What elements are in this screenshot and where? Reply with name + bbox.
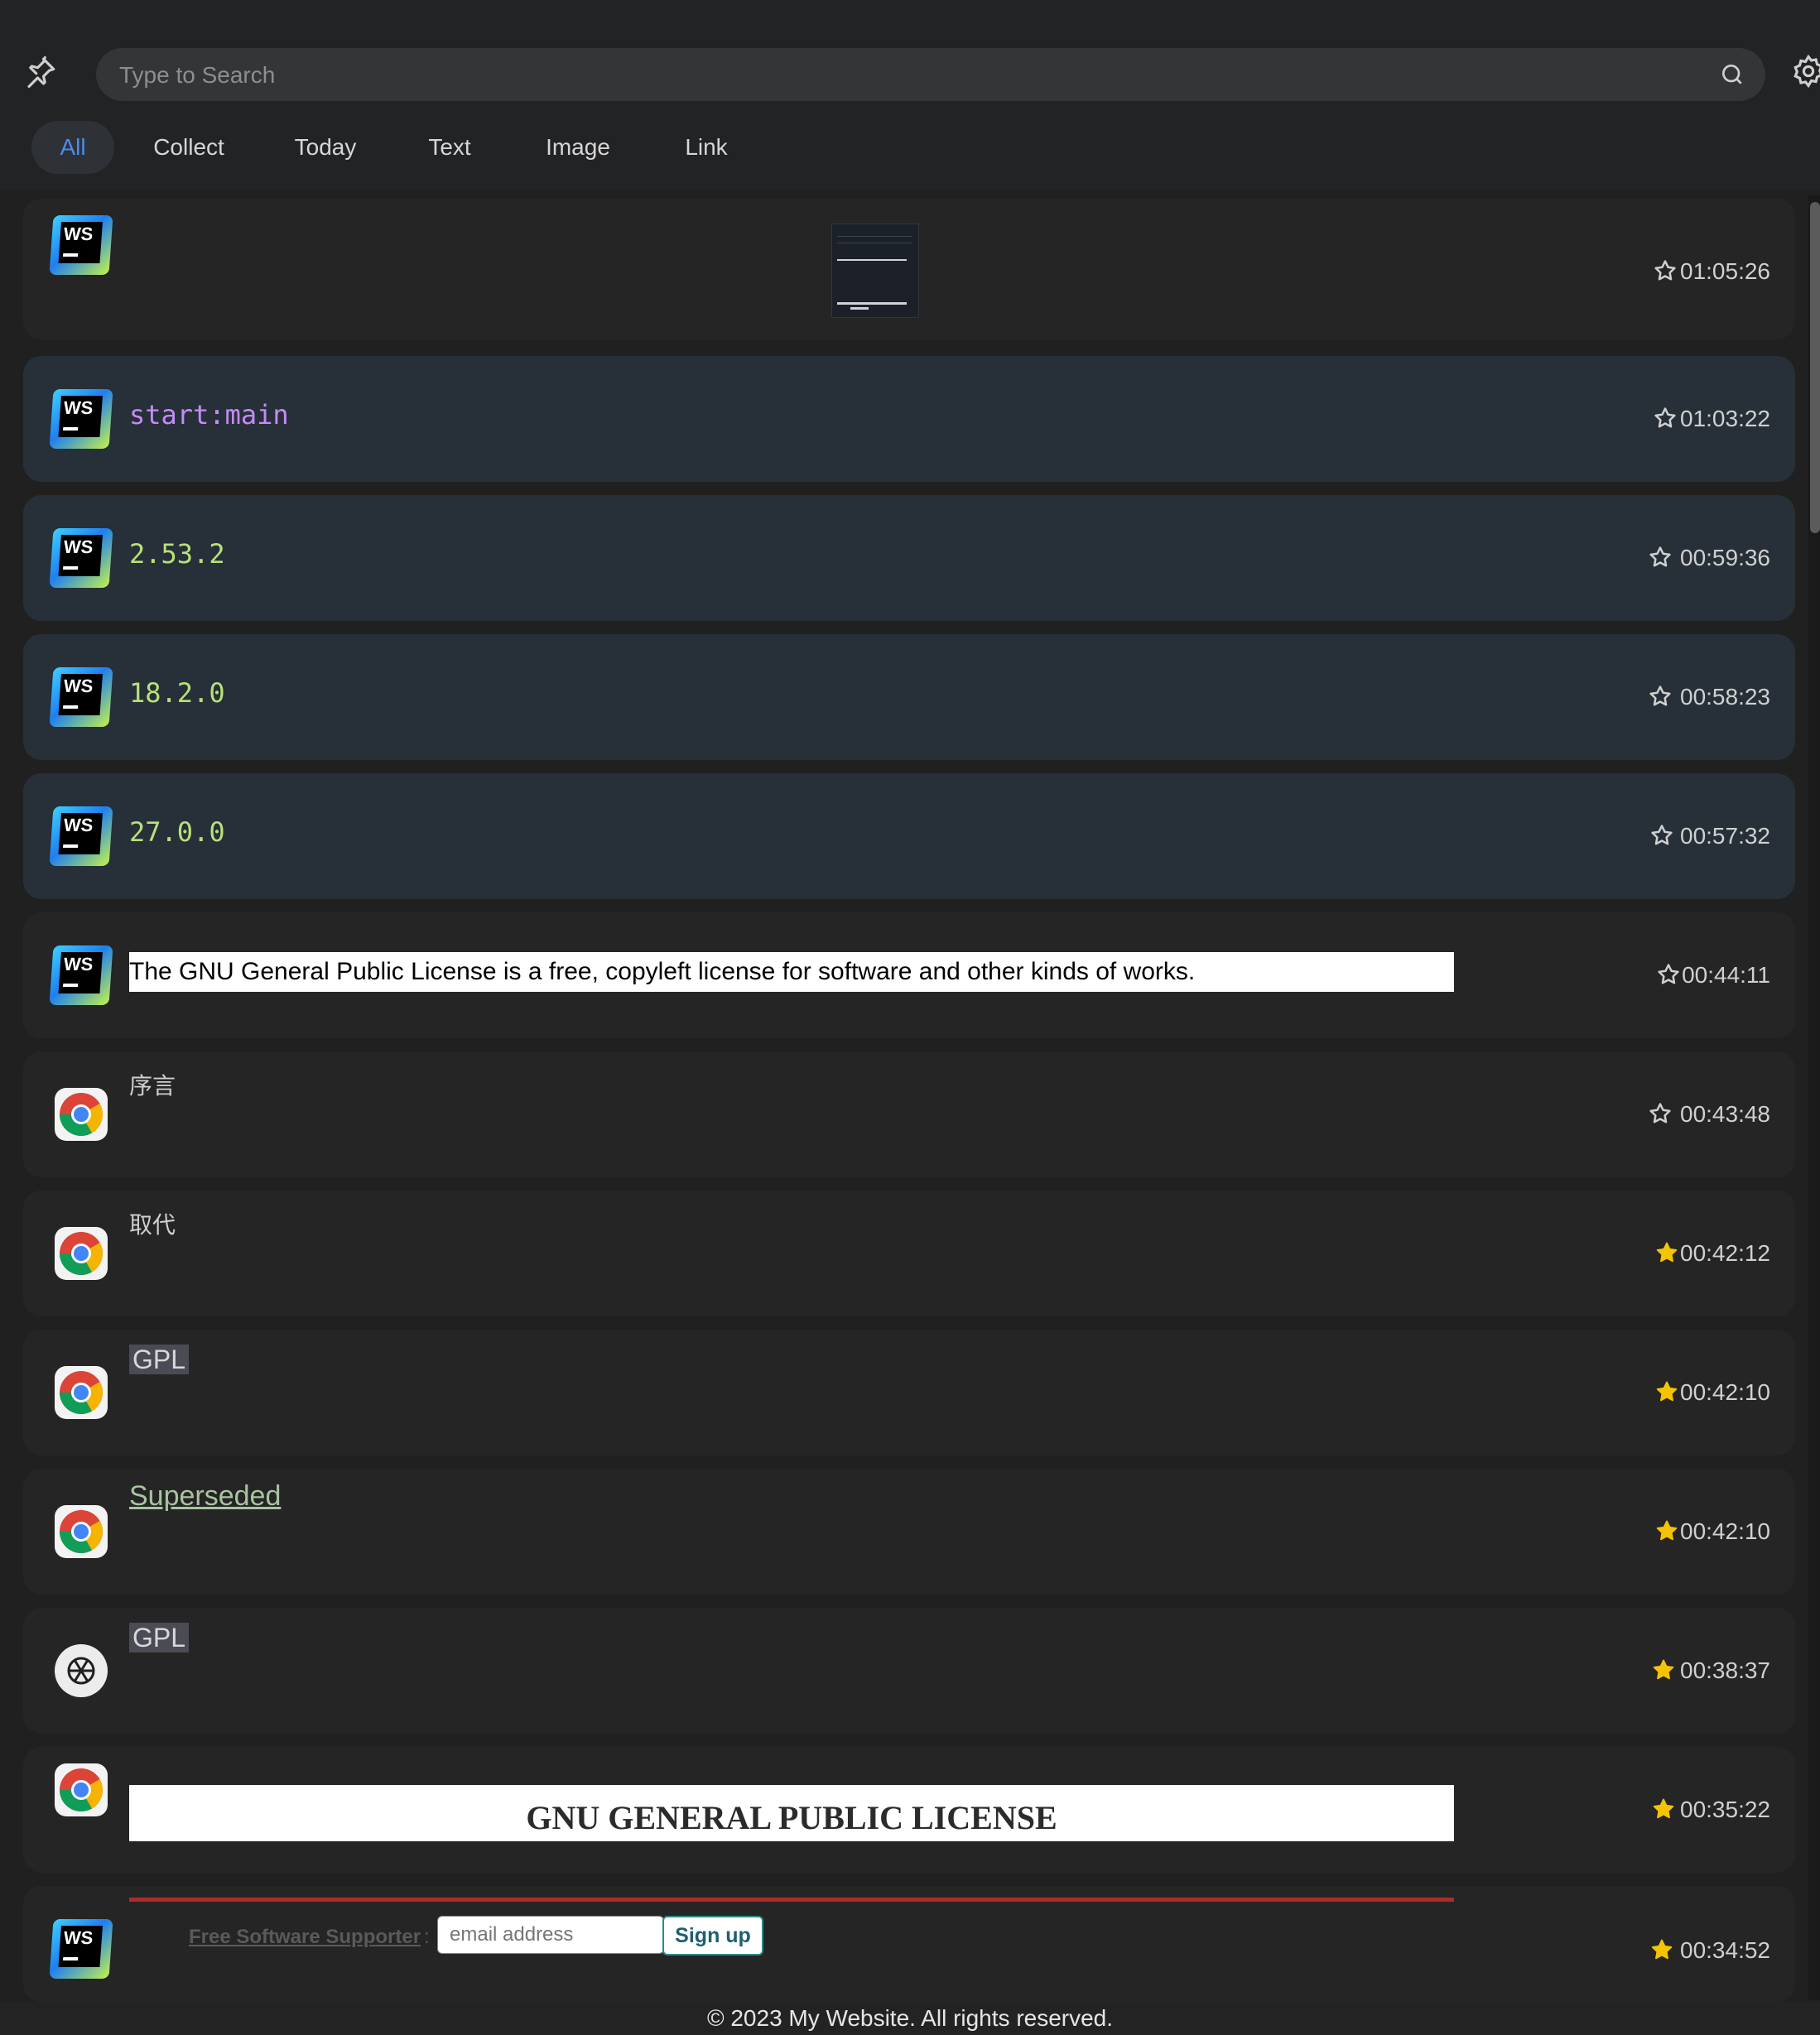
search-input[interactable] bbox=[118, 48, 1694, 103]
search-bar bbox=[96, 48, 1765, 103]
timestamp: 01:05:26 bbox=[1680, 258, 1770, 284]
tab-image[interactable]: Image bbox=[528, 121, 628, 174]
chrome-icon bbox=[55, 1505, 108, 1558]
timestamp: 00:42:10 bbox=[1680, 1379, 1770, 1405]
star-filled-icon[interactable] bbox=[1651, 1657, 1676, 1682]
rich-text-preview: GNU GENERAL PUBLIC LICENSE bbox=[129, 1785, 1454, 1841]
clip-text: start:main bbox=[129, 399, 289, 431]
star-filled-icon[interactable] bbox=[1654, 1518, 1679, 1543]
star-icon[interactable] bbox=[1653, 258, 1678, 283]
colon-text: : bbox=[424, 1926, 430, 1948]
webstorm-icon: WS bbox=[49, 1919, 113, 1979]
star-icon[interactable] bbox=[1648, 684, 1673, 709]
tab-text[interactable]: Text bbox=[412, 121, 487, 174]
clip-text: GPL bbox=[129, 1623, 190, 1653]
timestamp: 00:34:52 bbox=[1680, 1937, 1770, 1963]
list-item[interactable]: WS 2.53.2 00:59:36 bbox=[23, 495, 1795, 621]
star-icon[interactable] bbox=[1648, 545, 1673, 570]
tab-collect[interactable]: Collect bbox=[139, 121, 238, 174]
scrollbar-thumb[interactable] bbox=[1810, 202, 1820, 533]
sign-up-button[interactable]: Sign up bbox=[662, 1916, 763, 1956]
chrome-icon bbox=[55, 1366, 108, 1419]
chrome-icon bbox=[55, 1763, 108, 1816]
webstorm-icon: WS bbox=[49, 667, 113, 727]
tab-today[interactable]: Today bbox=[280, 121, 371, 174]
clip-text: 27.0.0 bbox=[129, 816, 225, 848]
timestamp: 00:38:37 bbox=[1680, 1657, 1770, 1683]
clip-text: GPL bbox=[129, 1345, 190, 1375]
footer: © 2023 My Website. All rights reserved. bbox=[0, 2002, 1820, 2035]
clip-text: 18.2.0 bbox=[129, 677, 225, 709]
star-icon[interactable] bbox=[1653, 406, 1678, 431]
footer-text: © 2023 My Website. All rights reserved. bbox=[706, 2005, 1114, 2031]
star-filled-icon[interactable] bbox=[1654, 1379, 1679, 1404]
clip-text: GNU GENERAL PUBLIC LICENSE bbox=[526, 1799, 1057, 1836]
timestamp: 00:43:48 bbox=[1680, 1101, 1770, 1127]
highlighted-text: GPL bbox=[129, 1345, 190, 1374]
list-item[interactable]: WS Free Software Supporter : Sign up 00:… bbox=[23, 1886, 1795, 2002]
clip-text: The GNU General Public License is a free… bbox=[129, 958, 1196, 985]
webstorm-icon: WS bbox=[49, 806, 113, 866]
chrome-icon bbox=[55, 1088, 108, 1141]
clip-text: Superseded bbox=[129, 1480, 281, 1513]
list-item[interactable]: GPL 00:38:37 bbox=[23, 1608, 1795, 1734]
star-icon[interactable] bbox=[1649, 823, 1674, 848]
search-icon[interactable] bbox=[1719, 61, 1745, 88]
rich-text-preview: The GNU General Public License is a free… bbox=[129, 952, 1454, 992]
top-bar: All Collect Today Text Image Link bbox=[0, 0, 1820, 190]
list-item[interactable]: GNU GENERAL PUBLIC LICENSE 00:35:22 bbox=[23, 1747, 1795, 1873]
star-filled-icon[interactable] bbox=[1651, 1797, 1676, 1821]
webstorm-icon: WS bbox=[49, 528, 113, 588]
timestamp: 00:44:11 bbox=[1682, 962, 1770, 988]
webstorm-icon: WS bbox=[49, 389, 113, 449]
list-item[interactable]: 取代 00:42:12 bbox=[23, 1191, 1795, 1316]
tab-link[interactable]: Link bbox=[669, 121, 744, 174]
link-text[interactable]: Superseded bbox=[129, 1480, 281, 1512]
timestamp: 00:42:10 bbox=[1680, 1518, 1770, 1544]
gear-icon[interactable] bbox=[1791, 54, 1820, 89]
list-item[interactable]: Superseded 00:42:10 bbox=[23, 1469, 1795, 1595]
list-item[interactable]: WS start:main 01:03:22 bbox=[23, 356, 1795, 482]
clip-text: 2.53.2 bbox=[129, 538, 225, 570]
image-thumbnail[interactable] bbox=[831, 224, 919, 318]
clip-text: 序言 bbox=[129, 1073, 176, 1099]
star-icon[interactable] bbox=[1656, 962, 1681, 987]
star-filled-icon[interactable] bbox=[1649, 1937, 1674, 1962]
timestamp: 01:03:22 bbox=[1680, 406, 1770, 431]
chrome-icon bbox=[55, 1227, 108, 1280]
highlighted-text: GPL bbox=[129, 1623, 190, 1653]
list-item[interactable]: WS The GNU General Public License is a f… bbox=[23, 912, 1795, 1038]
timestamp: 00:35:22 bbox=[1680, 1797, 1770, 1822]
list-item[interactable]: 序言 00:43:48 bbox=[23, 1051, 1795, 1177]
timestamp: 00:57:32 bbox=[1680, 823, 1770, 849]
divider bbox=[129, 1898, 1454, 1902]
timestamp: 00:58:23 bbox=[1680, 684, 1770, 710]
star-filled-icon[interactable] bbox=[1654, 1240, 1679, 1265]
supporter-link[interactable]: Free Software Supporter bbox=[189, 1926, 421, 1949]
list-item[interactable]: WS 18.2.0 00:58:23 bbox=[23, 634, 1795, 760]
timestamp: 00:59:36 bbox=[1680, 545, 1770, 570]
tab-all[interactable]: All bbox=[31, 121, 114, 174]
webstorm-icon: WS bbox=[49, 215, 113, 275]
list-item[interactable]: GPL 00:42:10 bbox=[23, 1330, 1795, 1455]
chatgpt-icon bbox=[55, 1644, 108, 1697]
timestamp: 00:42:12 bbox=[1680, 1240, 1770, 1266]
list-item[interactable]: WS 01:05:26 bbox=[23, 199, 1795, 339]
list-item[interactable]: WS 27.0.0 00:57:32 bbox=[23, 773, 1795, 899]
email-field[interactable] bbox=[437, 1916, 664, 1954]
webstorm-icon: WS bbox=[49, 945, 113, 1005]
pin-icon[interactable] bbox=[23, 55, 58, 89]
clip-text: 取代 bbox=[129, 1212, 176, 1238]
star-icon[interactable] bbox=[1648, 1101, 1673, 1126]
